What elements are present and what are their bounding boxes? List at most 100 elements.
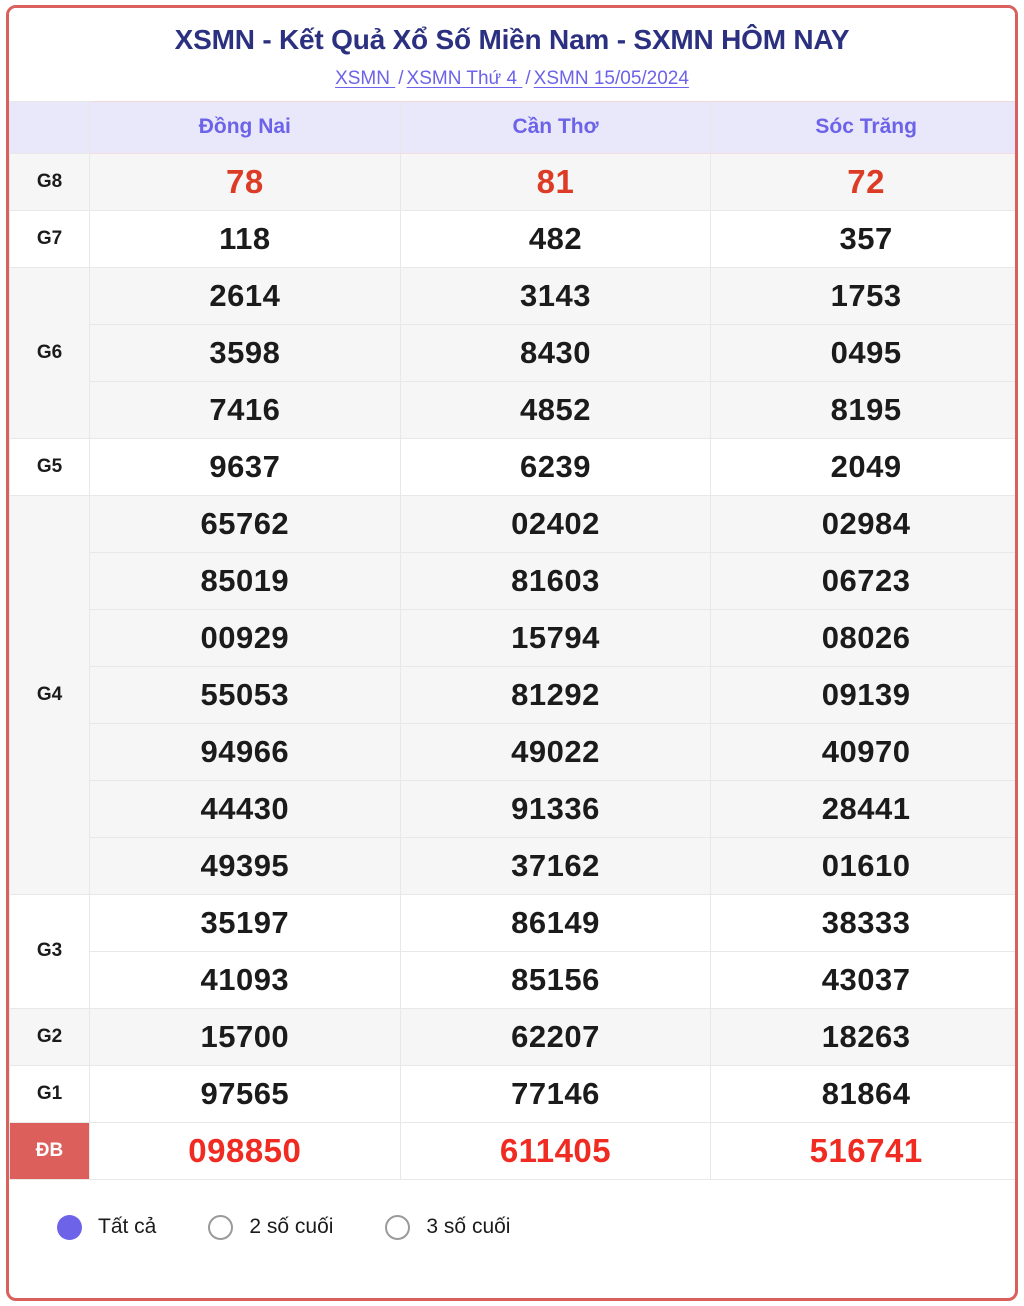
prize-value-G7-1: 482 [399,209,712,268]
prize-value-G7-2: 357 [710,209,1015,268]
prize-value-G3-0: 35197 [89,893,401,952]
prize-value-G8-2: 72 [710,152,1015,211]
prize-value-G4-2: 28441 [710,779,1015,838]
prize-value-ĐB-2: 516741 [710,1121,1015,1180]
prize-value-G4-2: 02984 [710,494,1015,553]
prize-value-ĐB-0: 098850 [89,1121,401,1180]
prize-value-G4-0: 00929 [89,608,401,667]
table-row: 49395 37162 01610 [10,836,1015,895]
radio-unselected-icon[interactable] [208,1214,234,1240]
province-header-row: Đồng Nai Cần Thơ Sóc Trăng [9,100,1015,154]
prize-value-G4-0: 65762 [89,494,401,553]
table-row: G3 35197 86149 38333 [9,893,1015,1009]
prize-label-G6: G6 [9,266,90,439]
filter-option-label-1: 2 số cuối [249,1215,334,1239]
prize-value-G6-1: 4852 [399,380,712,439]
table-header: Đồng Nai Cần Thơ Sóc Trăng [9,100,1015,154]
prize-value-ĐB-1: 611405 [399,1121,712,1180]
prize-value-G8-1: 81 [399,152,712,211]
prize-value-G1-1: 77146 [399,1064,712,1123]
table-row: G8 78 81 72 [9,152,1015,211]
prize-value-G6-2: 1753 [710,266,1015,325]
prize-value-G3-1: 86149 [399,893,712,952]
table-body: G8 78 81 72 G7 118 482 357 G6 2614 3143 1753 3598 843… [9,152,1015,1180]
table-row: ĐB 098850 611405 516741 [9,1121,1015,1180]
filter-options: Tất cả 2 số cuối 3 số cuối [9,1179,1015,1274]
table-row: G7 118 482 357 [9,209,1015,268]
prize-label-G4: G4 [9,494,90,895]
prize-value-G4-0: 44430 [89,779,401,838]
prize-value-G4-0: 49395 [89,836,401,895]
table-row: 7416 4852 8195 [10,380,1015,439]
province-header-2[interactable]: Sóc Trăng [710,100,1015,154]
prize-value-G4-1: 37162 [399,836,712,895]
filter-option-label-0: Tất cả [98,1215,157,1239]
filter-option-0[interactable]: Tất cả [57,1214,157,1240]
prize-value-G4-2: 01610 [710,836,1015,895]
prize-value-G6-1: 8430 [399,323,712,382]
filter-option-1[interactable]: 2 số cuối [208,1214,334,1240]
filter-option-2[interactable]: 3 số cuối [385,1214,511,1240]
breadcrumb-item-weekday[interactable]: XSMN Thứ 4 [407,68,523,89]
table-row: G6 2614 3143 1753 [9,266,1015,439]
breadcrumb: XSMN / XSMN Thứ 4 /XSMN 15/05/2024 [9,68,1015,91]
table-row: 00929 15794 08026 [10,608,1015,667]
result-card: XSMN - Kết Quả Xổ Số Miền Nam - SXMN HÔM… [6,5,1018,1301]
prize-value-G5-2: 2049 [710,437,1015,496]
prize-value-G5-0: 9637 [89,437,401,496]
table-row: 55053 81292 09139 [10,665,1015,724]
breadcrumb-separator-2: / [525,68,531,90]
prize-value-G3-2: 43037 [710,950,1015,1009]
prize-value-G4-0: 85019 [89,551,401,610]
prize-value-G2-2: 18263 [710,1007,1015,1066]
table-row: G1 97565 77146 81864 [9,1064,1015,1123]
prize-value-G3-1: 85156 [399,950,712,1009]
table-row: G4 65762 02402 02984 [9,494,1015,895]
table-row: G2 15700 62207 18263 [9,1007,1015,1066]
radio-unselected-icon[interactable] [385,1214,411,1240]
province-header-1[interactable]: Cần Thơ [399,100,712,154]
prize-value-G4-1: 02402 [399,494,712,553]
prize-value-G1-2: 81864 [710,1064,1015,1123]
prize-label-G1: G1 [9,1064,90,1123]
prize-value-G6-0: 7416 [89,380,401,439]
prize-value-G3-2: 38333 [710,893,1015,952]
table-row: 44430 91336 28441 [10,779,1015,838]
prize-value-G6-2: 0495 [710,323,1015,382]
prize-value-G6-2: 8195 [710,380,1015,439]
radio-selected-icon[interactable] [57,1214,82,1240]
prize-value-G4-1: 15794 [399,608,712,667]
prize-value-G2-1: 62207 [399,1007,712,1066]
prize-value-G4-2: 40970 [710,722,1015,781]
prize-value-G3-0: 41093 [89,950,401,1009]
page-title: XSMN - Kết Quả Xổ Số Miền Nam - SXMN HÔM… [174,24,850,55]
prize-value-G7-0: 118 [89,209,401,268]
card-header: XSMN - Kết Quả Xổ Số Miền Nam - SXMN HÔM… [9,8,1015,101]
prize-label-ĐB: ĐB [9,1121,90,1180]
breadcrumb-separator-1: / [398,68,404,90]
prize-value-G4-1: 91336 [399,779,712,838]
province-header-0[interactable]: Đồng Nai [89,100,401,154]
table-row: 3598 8430 0495 [10,323,1015,382]
prize-value-G2-0: 15700 [89,1007,401,1066]
prize-label-G7: G7 [9,209,90,268]
prize-value-G5-1: 6239 [399,437,712,496]
table-row: G5 9637 6239 2049 [9,437,1015,496]
prize-value-G4-1: 49022 [399,722,712,781]
prize-value-G8-0: 78 [89,152,401,211]
prize-value-G4-0: 94966 [89,722,401,781]
prize-value-G4-1: 81292 [399,665,712,724]
page-root: XSMN - Kết Quả Xổ Số Miền Nam - SXMN HÔM… [0,0,1024,1306]
table-row: 41093 85156 43037 [10,950,1015,1009]
prize-value-G6-0: 2614 [89,266,401,325]
prize-label-G2: G2 [9,1007,90,1066]
breadcrumb-item-xsmn[interactable]: XSMN [335,68,395,89]
table-row: 94966 49022 40970 [10,722,1015,781]
lottery-results-table: Đồng Nai Cần Thơ Sóc Trăng G8 78 81 72 G7 118… [9,100,1015,1180]
table-row: 85019 81603 06723 [10,551,1015,610]
prize-value-G4-2: 08026 [710,608,1015,667]
breadcrumb-item-date[interactable]: XSMN 15/05/2024 [534,68,689,89]
filter-option-label-2: 3 số cuối [426,1215,511,1239]
prize-label-G8: G8 [9,152,90,211]
prize-value-G1-0: 97565 [89,1064,401,1123]
